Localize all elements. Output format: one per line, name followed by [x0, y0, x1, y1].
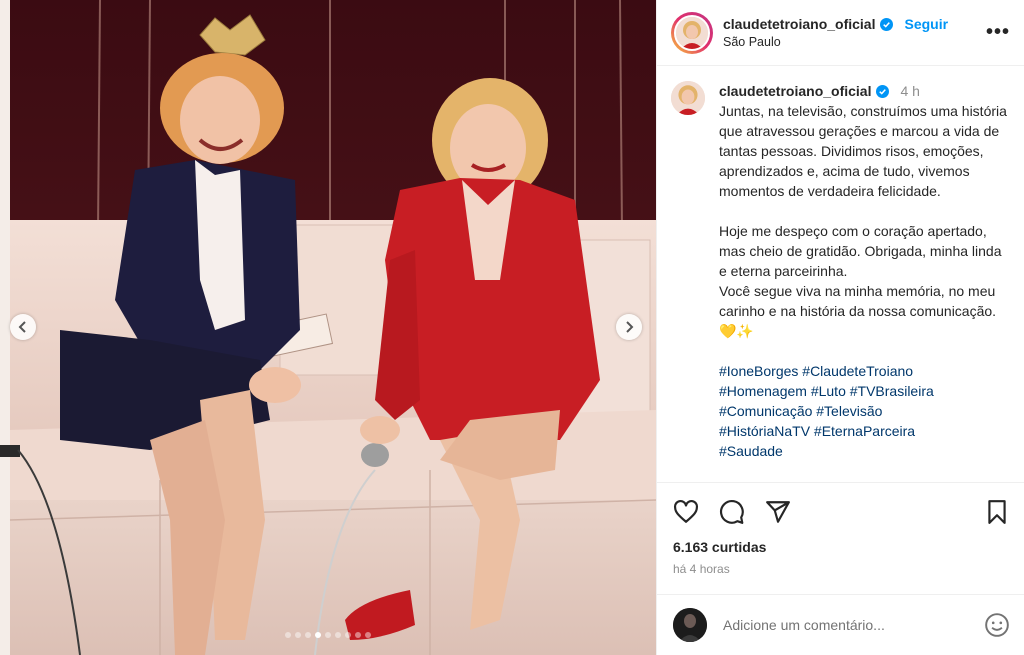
carousel-dot	[355, 632, 361, 638]
carousel-indicator	[0, 632, 656, 638]
comment-bar	[657, 594, 1024, 655]
user-avatar	[673, 608, 707, 642]
like-count[interactable]: 6.163 curtidas	[673, 539, 1010, 555]
follow-button[interactable]: Seguir	[904, 16, 948, 32]
post-actions: 6.163 curtidas há 4 horas	[657, 482, 1024, 576]
hashtag-line[interactable]: #Homenagem #Luto #TVBrasileira	[719, 381, 1010, 401]
comment-icon[interactable]	[719, 499, 745, 525]
hashtag-line[interactable]: #Comunicação #Televisão	[719, 401, 1010, 421]
bookmark-icon[interactable]	[984, 499, 1010, 525]
hashtag-line[interactable]: #IoneBorges #ClaudeteTroiano	[719, 361, 1010, 381]
carousel-dot	[335, 632, 341, 638]
caption-paragraph: Você segue viva na minha memória, no meu…	[719, 283, 997, 339]
carousel-next-button[interactable]	[616, 314, 642, 340]
post-media[interactable]	[0, 0, 656, 655]
more-options-icon[interactable]: •••	[986, 21, 1010, 44]
hashtag-line[interactable]: #Saudade	[719, 441, 1010, 461]
post-location[interactable]: São Paulo	[723, 35, 974, 49]
caption-username[interactable]: claudetetroiano_oficial	[719, 81, 871, 101]
comment-input[interactable]	[723, 617, 984, 633]
verified-icon	[880, 17, 894, 31]
post-header: claudetetroiano_oficial Seguir São Paulo…	[657, 0, 1024, 66]
carousel-dot	[365, 632, 371, 638]
instagram-post: claudetetroiano_oficial Seguir São Paulo…	[0, 0, 1024, 655]
caption-avatar[interactable]	[671, 81, 705, 115]
post-timestamp[interactable]: há 4 horas	[673, 562, 1010, 576]
post-caption: claudetetroiano_oficial 4 h Juntas, na t…	[657, 67, 1024, 482]
carousel-dot	[305, 632, 311, 638]
hashtag-line[interactable]: #HistóriaNaTV #EternaParceira	[719, 421, 1010, 441]
post-side-panel: claudetetroiano_oficial Seguir São Paulo…	[656, 0, 1024, 655]
caption-time[interactable]: 4 h	[900, 81, 919, 101]
story-ring[interactable]	[671, 11, 713, 54]
chevron-right-icon	[626, 321, 634, 333]
caption-paragraph: Juntas, na televisão, construímos uma hi…	[719, 103, 1007, 199]
carousel-dot	[285, 632, 291, 638]
avatar[interactable]	[674, 14, 710, 51]
caption-paragraph: Hoje me despeço com o coração apertado, …	[719, 223, 1002, 279]
chevron-left-icon	[18, 321, 26, 333]
post-photo	[0, 0, 656, 655]
account-username[interactable]: claudetetroiano_oficial	[723, 16, 875, 32]
verified-icon	[876, 84, 890, 98]
carousel-dot-active	[315, 632, 321, 638]
carousel-prev-button[interactable]	[10, 314, 36, 340]
share-icon[interactable]	[765, 499, 791, 525]
carousel-dot	[345, 632, 351, 638]
carousel-dot	[295, 632, 301, 638]
emoji-icon[interactable]	[984, 612, 1010, 638]
heart-icon[interactable]	[673, 499, 699, 525]
carousel-dot	[325, 632, 331, 638]
